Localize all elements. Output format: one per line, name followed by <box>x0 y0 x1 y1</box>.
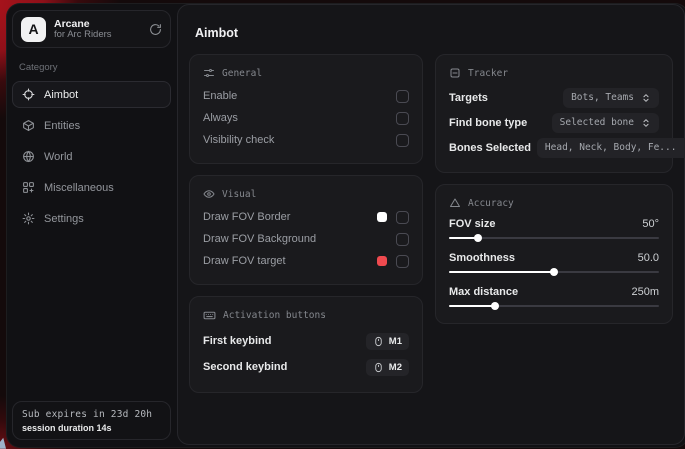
setting-row-fov-border: Draw FOV Border <box>203 206 409 228</box>
slider-row-smoothness: Smoothness 50.0 <box>449 249 659 277</box>
max-distance-slider[interactable] <box>449 301 659 311</box>
eye-icon <box>203 188 215 200</box>
sidebar-item-settings[interactable]: Settings <box>12 205 171 232</box>
session-duration: session duration 14s <box>22 423 161 433</box>
fov-border-checkbox[interactable] <box>396 211 409 224</box>
setting-row-visibility-check: Visibility check <box>203 129 409 151</box>
accuracy-card: Accuracy FOV size 50° <box>435 184 673 324</box>
card-header: Visual <box>222 189 256 200</box>
max-distance-value: 250m <box>631 286 659 298</box>
enable-checkbox[interactable] <box>396 90 409 103</box>
slider-thumb[interactable] <box>550 268 558 276</box>
chevrons-up-down-icon <box>641 118 651 128</box>
slider-thumb[interactable] <box>474 234 482 242</box>
find-bone-type-dropdown[interactable]: Selected bone <box>552 113 659 133</box>
app-logo: A <box>21 17 46 42</box>
sidebar-item-label: Entities <box>44 120 80 132</box>
setting-row-find-bone-type: Find bone type Selected bone <box>449 110 659 135</box>
grid-icon <box>22 181 35 194</box>
tracker-card: Tracker Targets Bots, Teams <box>435 54 673 173</box>
cube-icon <box>22 119 35 132</box>
screen: A Arcane for Arc Riders Category <box>0 0 685 449</box>
sidebar: A Arcane for Arc Riders Category <box>7 4 177 447</box>
card-header: General <box>222 68 262 79</box>
fov-target-checkbox[interactable] <box>396 255 409 268</box>
mouse-icon <box>373 336 384 347</box>
smoothness-value: 50.0 <box>638 252 659 264</box>
crosshair-icon <box>22 88 35 101</box>
fov-size-value: 50° <box>642 218 659 230</box>
sidebar-item-label: Miscellaneous <box>44 182 114 194</box>
sidebar-nav: Aimbot Entities Wo <box>12 81 171 232</box>
app-name: Arcane <box>54 18 141 30</box>
sidebar-item-label: Settings <box>44 213 84 225</box>
setting-row-always: Always <box>203 107 409 129</box>
setting-row-second-keybind: Second keybind M2 <box>203 354 409 380</box>
sliders-icon <box>203 67 215 79</box>
main-panel: Aimbot General <box>177 4 685 445</box>
fov-background-checkbox[interactable] <box>396 233 409 246</box>
mouse-icon <box>373 362 384 373</box>
smoothness-slider[interactable] <box>449 267 659 277</box>
sidebar-item-label: World <box>44 151 73 163</box>
setting-row-first-keybind: First keybind M1 <box>203 328 409 354</box>
visibility-check-checkbox[interactable] <box>396 134 409 147</box>
scan-icon <box>449 67 461 79</box>
globe-icon <box>22 150 35 163</box>
card-header: Tracker <box>468 68 508 79</box>
targets-dropdown[interactable]: Bots, Teams <box>563 88 659 108</box>
fov-size-slider[interactable] <box>449 233 659 243</box>
general-card: General Enable Always Visibility check <box>189 54 423 164</box>
refresh-icon[interactable] <box>149 23 162 36</box>
sidebar-item-miscellaneous[interactable]: Miscellaneous <box>12 174 171 201</box>
card-header: Accuracy <box>468 198 514 209</box>
category-label: Category <box>19 62 171 73</box>
sidebar-item-entities[interactable]: Entities <box>12 112 171 139</box>
app-window: A Arcane for Arc Riders Category <box>6 3 685 448</box>
bones-selected-dropdown[interactable]: Head, Neck, Body, Fe... <box>537 138 685 158</box>
slider-row-max-distance: Max distance 250m <box>449 283 659 311</box>
triangle-icon <box>449 197 461 209</box>
subscription-expiry: Sub expires in 23d 20h <box>22 409 161 420</box>
setting-row-fov-background: Draw FOV Background <box>203 228 409 250</box>
keyboard-icon <box>203 309 216 322</box>
setting-row-targets: Targets Bots, Teams <box>449 85 659 110</box>
activation-card: Activation buttons First keybind M1 <box>189 296 423 393</box>
sidebar-item-world[interactable]: World <box>12 143 171 170</box>
app-tagline: for Arc Riders <box>54 30 141 41</box>
color-swatch-red[interactable] <box>377 256 387 266</box>
color-swatch-white[interactable] <box>377 212 387 222</box>
sidebar-item-aimbot[interactable]: Aimbot <box>12 81 171 108</box>
setting-row-fov-target: Draw FOV target <box>203 250 409 272</box>
sidebar-item-label: Aimbot <box>44 89 78 101</box>
subscription-card: Sub expires in 23d 20h session duration … <box>12 401 171 440</box>
always-checkbox[interactable] <box>396 112 409 125</box>
slider-thumb[interactable] <box>491 302 499 310</box>
chevrons-up-down-icon <box>641 93 651 103</box>
setting-row-enable: Enable <box>203 85 409 107</box>
first-keybind-button[interactable]: M1 <box>366 333 409 350</box>
page-title: Aimbot <box>195 26 673 40</box>
gear-icon <box>22 212 35 225</box>
setting-row-bones-selected: Bones Selected Head, Neck, Body, Fe... <box>449 135 659 160</box>
slider-row-fov-size: FOV size 50° <box>449 215 659 243</box>
second-keybind-button[interactable]: M2 <box>366 359 409 376</box>
card-header: Activation buttons <box>223 310 326 321</box>
visual-card: Visual Draw FOV Border Draw FOV Backgrou… <box>189 175 423 285</box>
brand-card: A Arcane for Arc Riders <box>12 10 171 48</box>
